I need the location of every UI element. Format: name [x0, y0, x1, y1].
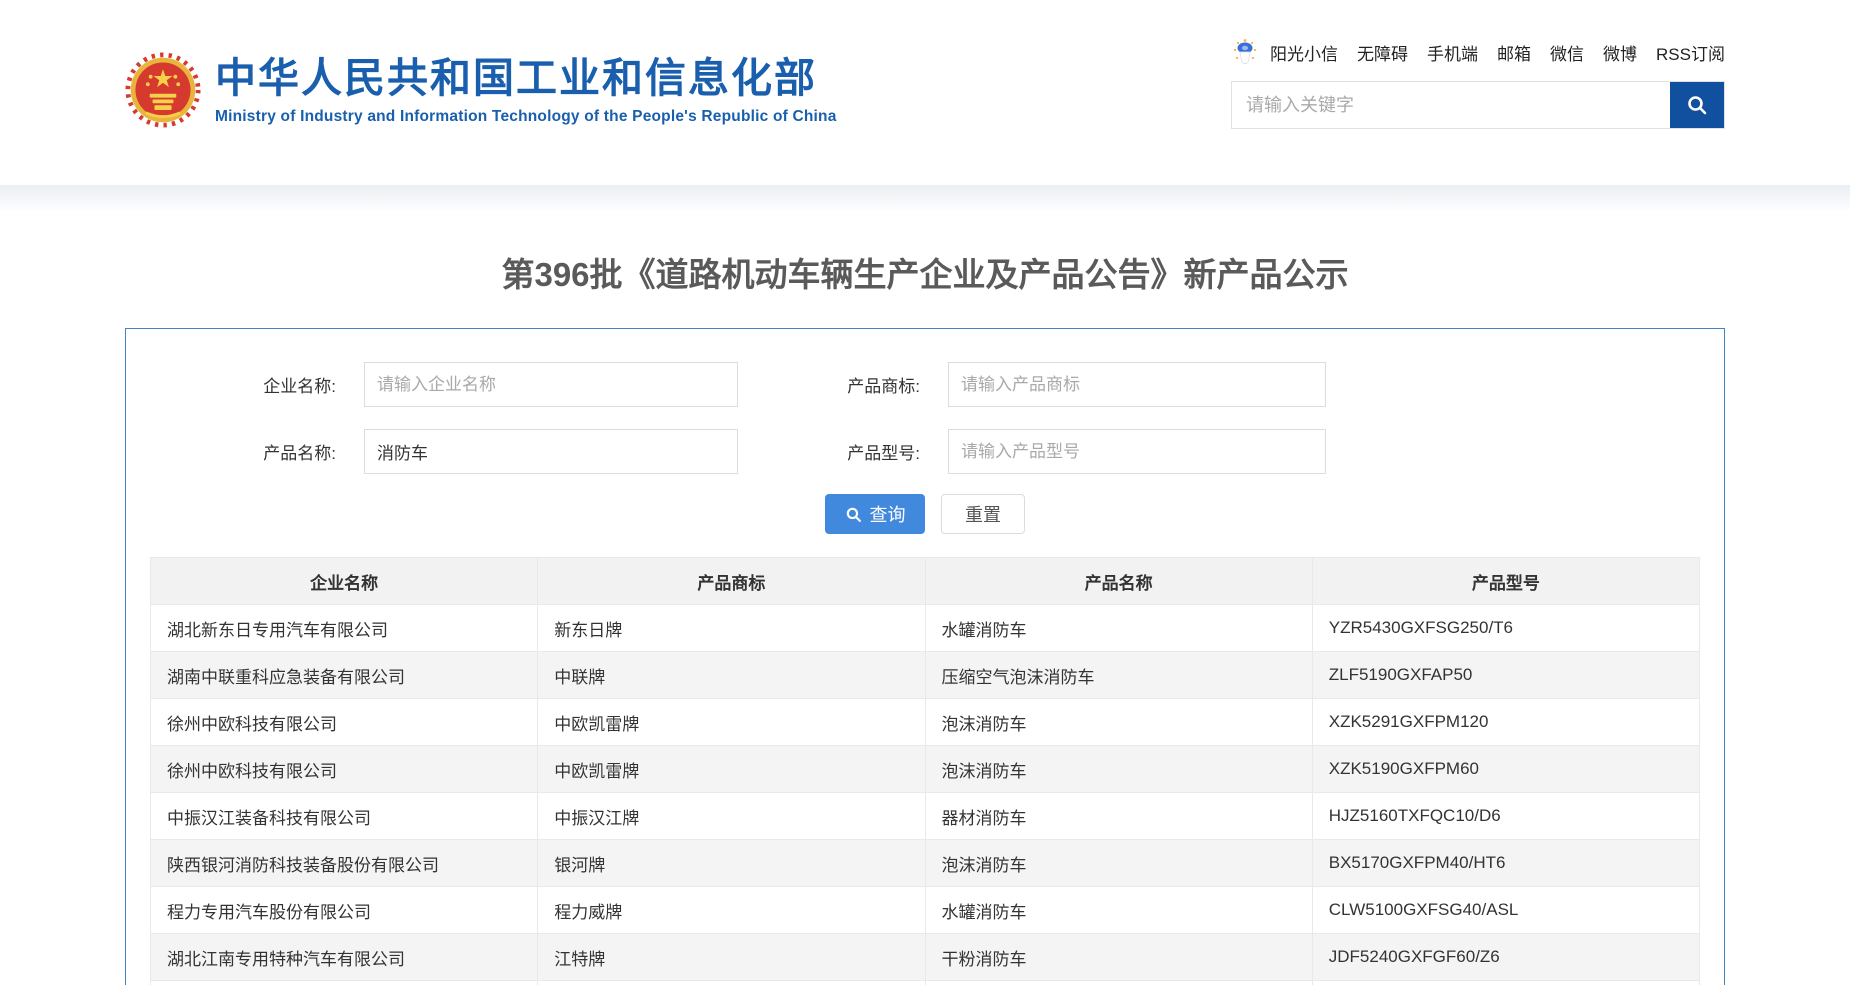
- table-cell: CLW5100GXFSG40/ASL: [1312, 887, 1699, 934]
- table-cell: YZR5430GXFSG250/T6: [1312, 605, 1699, 652]
- table-row: 程力专用汽车股份有限公司程力威牌水罐消防车CLW5100GXFSG40/ASL: [151, 887, 1700, 934]
- table-cell: 压缩空气泡沫消防车: [925, 652, 1312, 699]
- table-cell: 泡沫消防车: [925, 699, 1312, 746]
- table-cell: 新东日牌: [538, 605, 925, 652]
- column-header: 产品名称: [925, 558, 1312, 605]
- nav-link-weibo[interactable]: 微博: [1603, 40, 1637, 65]
- table-cell: HJZ5160TXFQC10/D6: [1312, 793, 1699, 840]
- main-content: 第396批《道路机动车辆生产企业及产品公告》新产品公示 企业名称: 产品商标: 产品…: [0, 255, 1850, 985]
- site-title-en: Ministry of Industry and Information Tec…: [215, 108, 837, 126]
- table-cell: 湖北新东日专用汽车有限公司: [151, 605, 538, 652]
- table-cell: 泡沫消防车: [925, 840, 1312, 887]
- nav-link-yangguang-xiaoxin[interactable]: 阳光小信: [1270, 40, 1338, 65]
- product-model-label: 产品型号:: [738, 439, 948, 464]
- site-search-button[interactable]: [1670, 82, 1724, 128]
- table-row: 湖北新东日专用汽车有限公司新东日牌水罐消防车YZR5430GXFSG250/T6: [151, 605, 1700, 652]
- national-emblem-icon: [125, 48, 201, 132]
- search-icon: [1685, 93, 1709, 117]
- table-cell: ZLF5190GXFAP50: [1312, 652, 1699, 699]
- site-search: [1231, 81, 1725, 129]
- column-header: 企业名称: [151, 558, 538, 605]
- table-cell: 银河牌: [538, 840, 925, 887]
- table-cell: JDF5240GXFGF60/Z6: [1312, 934, 1699, 981]
- results-table-body: 湖北新东日专用汽车有限公司新东日牌水罐消防车YZR5430GXFSG250/T6…: [151, 605, 1700, 985]
- page-title: 第396批《道路机动车辆生产企业及产品公告》新产品公示: [0, 255, 1850, 295]
- header-shadow-band: [0, 185, 1850, 213]
- table-cell: 徐州中欧科技有限公司: [151, 746, 538, 793]
- nav-link-accessibility[interactable]: 无障碍: [1357, 40, 1408, 65]
- table-row: [151, 981, 1700, 985]
- site-header: 中华人民共和国工业和信息化部 Ministry of Industry and …: [0, 0, 1850, 185]
- table-row: 湖北江南专用特种汽车有限公司江特牌干粉消防车JDF5240GXFGF60/Z6: [151, 934, 1700, 981]
- query-button[interactable]: 查询: [825, 494, 925, 534]
- table-row: 中振汉江装备科技有限公司中振汉江牌器材消防车HJZ5160TXFQC10/D6: [151, 793, 1700, 840]
- table-cell: 中欧凯雷牌: [538, 699, 925, 746]
- table-cell: 中联牌: [538, 652, 925, 699]
- assistant-robot-icon[interactable]: [1231, 38, 1259, 66]
- table-cell: 水罐消防车: [925, 887, 1312, 934]
- table-row: 徐州中欧科技有限公司中欧凯雷牌泡沫消防车XZK5291GXFPM120: [151, 699, 1700, 746]
- table-cell: 干粉消防车: [925, 934, 1312, 981]
- table-row: 徐州中欧科技有限公司中欧凯雷牌泡沫消防车XZK5190GXFPM60: [151, 746, 1700, 793]
- table-cell: 徐州中欧科技有限公司: [151, 699, 538, 746]
- table-cell: [1312, 981, 1699, 985]
- table-cell: 水罐消防车: [925, 605, 1312, 652]
- product-model-input[interactable]: [948, 429, 1326, 474]
- table-cell: [538, 981, 925, 985]
- table-cell: 泡沫消防车: [925, 746, 1312, 793]
- table-row: 陕西银河消防科技装备股份有限公司银河牌泡沫消防车BX5170GXFPM40/HT…: [151, 840, 1700, 887]
- results-table-head: 企业名称产品商标产品名称产品型号: [151, 558, 1700, 605]
- table-cell: 程力专用汽车股份有限公司: [151, 887, 538, 934]
- table-cell: 湖北江南专用特种汽车有限公司: [151, 934, 538, 981]
- product-name-label: 产品名称:: [150, 439, 364, 464]
- table-cell: XZK5190GXFPM60: [1312, 746, 1699, 793]
- site-title-zh: 中华人民共和国工业和信息化部: [215, 54, 837, 103]
- results-table: 企业名称产品商标产品名称产品型号 湖北新东日专用汽车有限公司新东日牌水罐消防车Y…: [150, 557, 1700, 985]
- table-cell: 器材消防车: [925, 793, 1312, 840]
- table-cell: BX5170GXFPM40/HT6: [1312, 840, 1699, 887]
- nav-link-wechat[interactable]: 微信: [1550, 40, 1584, 65]
- query-form: 企业名称: 产品商标: 产品名称: 产品型号:: [150, 362, 1700, 474]
- nav-link-rss[interactable]: RSS订阅: [1656, 40, 1725, 65]
- product-brand-label: 产品商标:: [738, 372, 948, 397]
- table-cell: [151, 981, 538, 985]
- table-cell: 中欧凯雷牌: [538, 746, 925, 793]
- company-name-label: 企业名称:: [150, 372, 364, 397]
- table-row: 湖南中联重科应急装备有限公司中联牌压缩空气泡沫消防车ZLF5190GXFAP50: [151, 652, 1700, 699]
- column-header: 产品商标: [538, 558, 925, 605]
- table-cell: 江特牌: [538, 934, 925, 981]
- column-header: 产品型号: [1312, 558, 1699, 605]
- table-cell: 湖南中联重科应急装备有限公司: [151, 652, 538, 699]
- ministry-logo[interactable]: 中华人民共和国工业和信息化部 Ministry of Industry and …: [125, 48, 837, 132]
- nav-link-mobile[interactable]: 手机端: [1427, 40, 1478, 65]
- table-cell: 中振汉江牌: [538, 793, 925, 840]
- query-button-label: 查询: [870, 501, 906, 527]
- site-search-input[interactable]: [1232, 82, 1670, 128]
- reset-button[interactable]: 重置: [941, 494, 1025, 534]
- form-actions: 查询 重置: [150, 494, 1700, 534]
- product-name-input[interactable]: [364, 429, 738, 474]
- product-brand-input[interactable]: [948, 362, 1326, 407]
- table-cell: 陕西银河消防科技装备股份有限公司: [151, 840, 538, 887]
- table-cell: 程力威牌: [538, 887, 925, 934]
- table-cell: XZK5291GXFPM120: [1312, 699, 1699, 746]
- search-icon: [845, 506, 862, 523]
- table-cell: [925, 981, 1312, 985]
- table-cell: 中振汉江装备科技有限公司: [151, 793, 538, 840]
- top-nav: 阳光小信无障碍手机端邮箱微信微博 RSS订阅: [1231, 38, 1725, 66]
- company-name-input[interactable]: [364, 362, 738, 407]
- query-panel: 企业名称: 产品商标: 产品名称: 产品型号: 查询 重置 企业名称产品商标产品名称产…: [125, 328, 1725, 985]
- nav-link-mail[interactable]: 邮箱: [1497, 40, 1531, 65]
